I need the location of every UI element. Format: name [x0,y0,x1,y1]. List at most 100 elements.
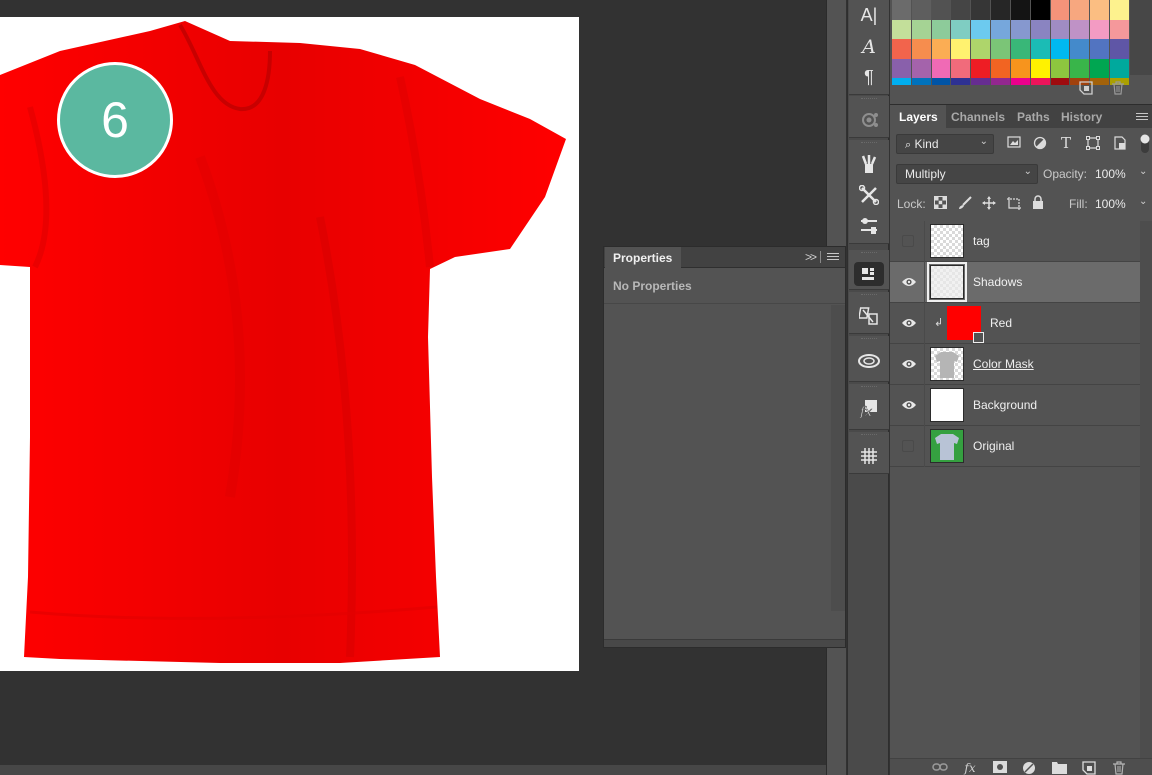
color-swatch[interactable] [911,39,931,59]
eye-icon[interactable] [901,316,917,330]
layer-row[interactable]: ↲ Red [890,303,1140,344]
color-swatch[interactable] [1110,39,1129,59]
new-swatch-icon[interactable] [1079,81,1093,95]
visibility-toggle[interactable] [902,440,914,452]
lock-position-move-icon[interactable] [981,196,997,212]
filter-toggle-switch[interactable] [1140,133,1150,153]
filter-shape-icon[interactable] [1085,136,1101,152]
fx-icon[interactable]: fx [962,761,978,775]
filter-smart-object-icon[interactable] [1112,136,1128,152]
lock-transparent-icon[interactable] [932,196,948,212]
tab-paths[interactable]: Paths [1017,105,1050,129]
adjustment-layer-icon[interactable] [1021,761,1037,775]
fill-input[interactable]: 100% [1095,197,1126,211]
layers-scrollbar[interactable] [1140,221,1152,761]
layer-name[interactable]: Background [973,398,1037,412]
tool-presets-icon[interactable] [849,179,889,210]
lock-all-icon[interactable] [1030,195,1046,211]
filter-type-icon[interactable]: T [1058,135,1074,151]
color-swatch[interactable] [991,0,1010,20]
layer-thumbnail[interactable] [927,262,967,302]
lock-artboard-icon[interactable] [1006,196,1022,212]
fill-chevron-icon[interactable]: ⌄ [1139,196,1147,207]
color-swatch[interactable] [1110,19,1129,39]
opacity-chevron-icon[interactable]: ⌄ [1139,166,1147,177]
color-swatch[interactable] [1050,19,1070,39]
layer-name[interactable]: Color Mask [973,357,1034,371]
clone-source-icon[interactable] [849,300,889,331]
color-swatch[interactable] [1090,0,1110,20]
filter-kind-select[interactable]: ⌕ Kind ⌄ [896,134,994,154]
layer-row[interactable]: tag [890,221,1140,262]
delete-layer-icon[interactable] [1111,761,1127,775]
filter-pixel-icon[interactable] [1006,136,1022,152]
color-swatch[interactable] [892,19,911,39]
visibility-toggle[interactable] [902,235,914,247]
properties-resize-handle[interactable] [604,639,845,647]
collapse-panel-button[interactable]: >> [805,250,817,264]
color-swatch[interactable] [1070,19,1090,39]
panel-menu-icon[interactable] [827,253,839,263]
tab-history[interactable]: History [1061,105,1102,129]
paragraph-icon[interactable]: ¶ [849,62,889,93]
layer-thumbnail[interactable] [930,429,964,463]
character-styles-icon[interactable]: A [849,31,889,62]
blend-mode-select[interactable]: Multiply ⌄ [896,164,1038,184]
layer-row[interactable]: Shadows [890,262,1140,303]
character-icon[interactable]: A| [849,0,889,31]
adjustments-icon[interactable] [849,210,889,241]
color-swatch[interactable] [892,0,911,20]
tab-layers[interactable]: Layers [890,105,946,129]
layer-name[interactable]: Shadows [973,275,1022,289]
layer-row[interactable]: Original [890,426,1140,467]
layer-thumbnail[interactable] [930,224,964,258]
swatches-scrollbar[interactable] [1130,0,1152,75]
color-swatch[interactable] [1070,0,1090,20]
color-swatch[interactable] [1050,39,1070,59]
layer-thumbnail[interactable] [930,347,964,381]
color-swatch[interactable] [1010,19,1030,39]
color-swatch[interactable] [1010,39,1030,59]
layer-name[interactable]: Original [973,439,1014,453]
color-swatch[interactable] [971,39,991,59]
tab-properties[interactable]: Properties [605,247,681,269]
layer-thumbnail[interactable] [947,306,984,343]
eye-icon[interactable] [901,275,917,289]
layer-row[interactable]: Color Mask [890,344,1140,385]
color-swatch[interactable] [1030,19,1050,39]
add-mask-icon[interactable] [992,761,1008,775]
color-swatch[interactable] [892,39,911,59]
properties-scrollbar[interactable] [831,305,845,611]
color-swatch[interactable] [931,0,951,20]
styles-icon[interactable]: fx [849,392,889,423]
filter-adjustment-icon[interactable] [1032,136,1048,152]
device-preview-icon[interactable] [849,258,889,289]
color-swatch[interactable] [911,0,931,20]
color-swatch[interactable] [1030,39,1050,59]
color-swatch[interactable] [1010,0,1030,20]
new-layer-icon[interactable] [1081,761,1097,775]
color-swatch[interactable] [991,19,1010,39]
tab-channels[interactable]: Channels [951,105,1005,129]
lock-pixels-brush-icon[interactable] [957,196,973,212]
layer-thumbnail[interactable] [930,388,964,422]
brushes-icon[interactable] [849,148,889,179]
panel-menu-icon[interactable] [1136,113,1148,123]
color-swatch[interactable] [991,39,1010,59]
horizontal-scrollbar[interactable] [0,765,826,775]
layer-row[interactable]: Background [890,385,1140,426]
document-canvas[interactable]: 6 [0,17,579,671]
color-swatch[interactable] [931,19,951,39]
color-swatch[interactable] [951,39,971,59]
layer-name[interactable]: Red [990,316,1012,330]
color-swatch[interactable] [931,39,951,59]
color-swatch[interactable] [1110,0,1129,20]
color-swatch[interactable] [971,19,991,39]
glyphs-icon[interactable] [849,440,889,471]
color-swatch[interactable] [951,19,971,39]
color-swatch[interactable] [1090,19,1110,39]
color-swatch[interactable] [1030,0,1050,20]
new-group-folder-icon[interactable] [1051,761,1067,775]
color-swatch[interactable] [1070,39,1090,59]
eye-icon[interactable] [901,357,917,371]
